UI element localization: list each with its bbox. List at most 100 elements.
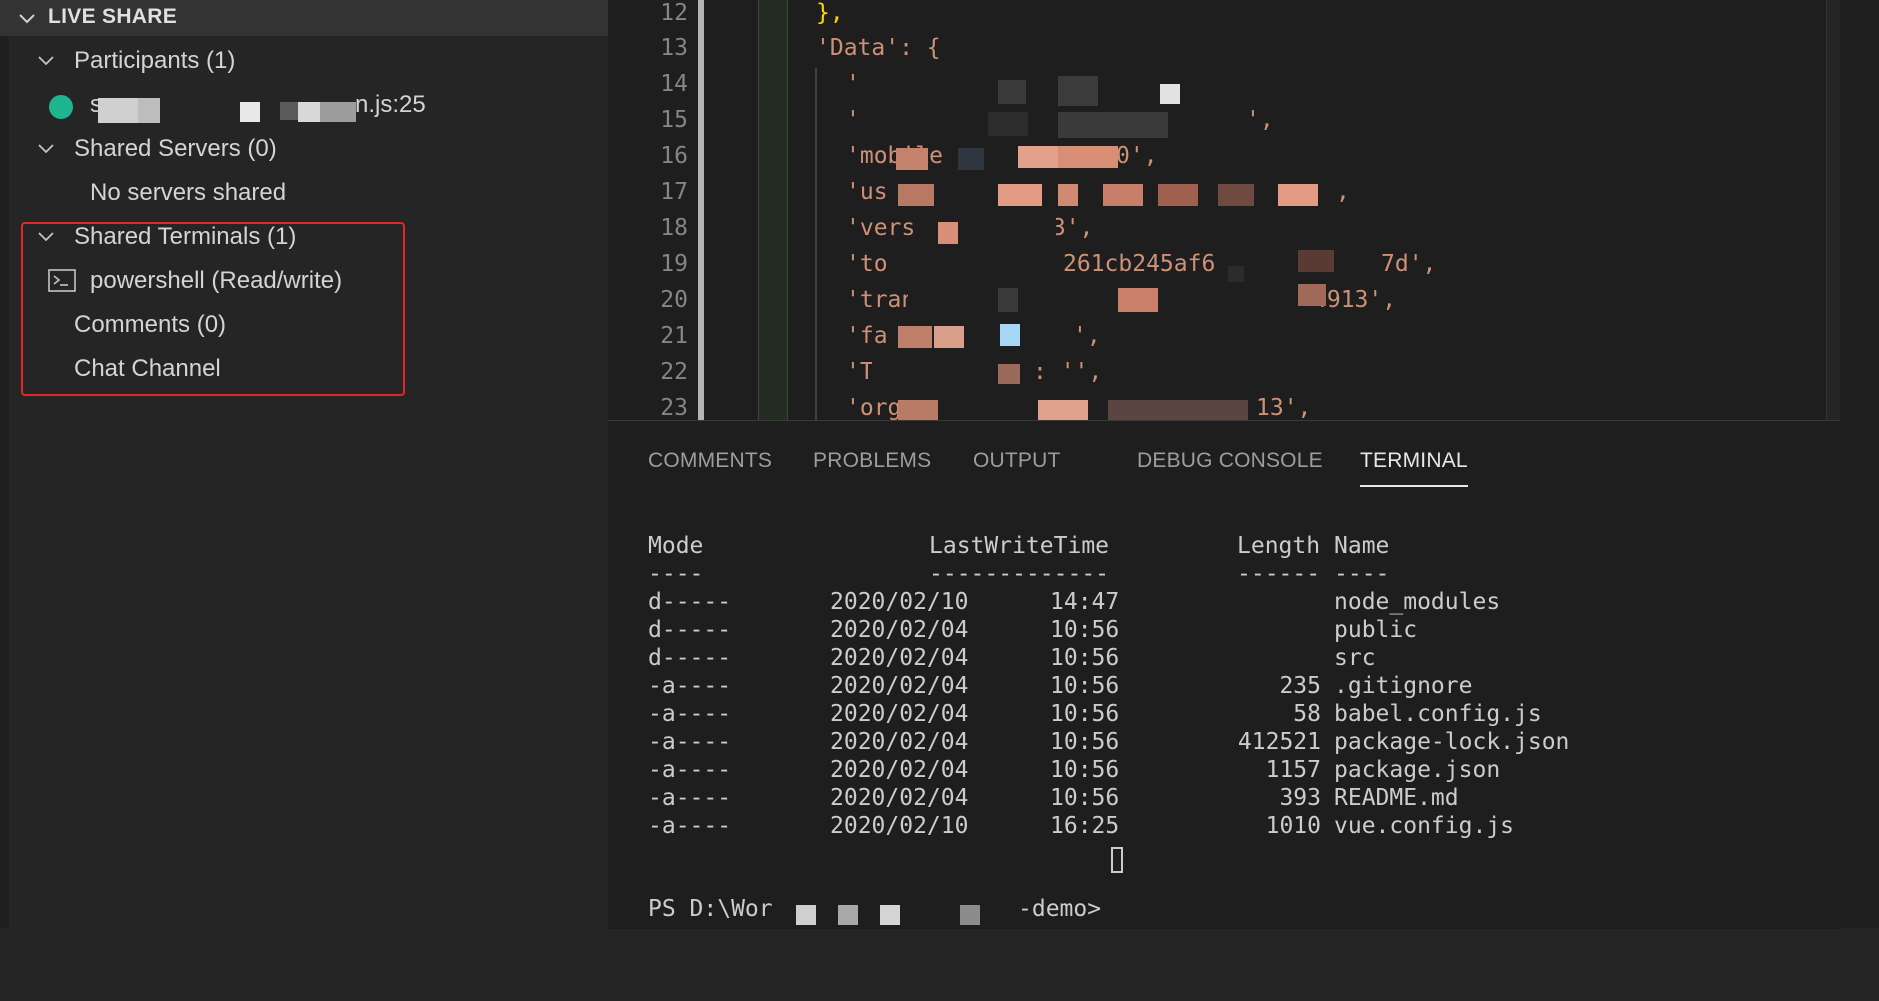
- shared-servers-label: Shared Servers (0): [74, 135, 277, 162]
- redacted-block: [986, 218, 1056, 244]
- code-fragment: ',: [1073, 323, 1101, 349]
- redacted-block: [280, 102, 298, 120]
- row-name: babel.config.js: [1334, 701, 1542, 727]
- row-time: 10:56: [1050, 729, 1120, 755]
- underline-length: ------: [1237, 561, 1321, 587]
- tab-comments[interactable]: COMMENTS: [648, 449, 772, 473]
- editor-scrollbar[interactable]: [1826, 0, 1840, 420]
- terminal-row: d----- 2020/02/04 10:56 src: [648, 645, 1376, 673]
- participant-location: n.js:25: [355, 91, 426, 118]
- code-fragment: ',: [1246, 107, 1274, 133]
- code-editor[interactable]: 12 13 14 15 16 17 18 19 20 21 22 23 }, '…: [608, 0, 1840, 420]
- row-date: 2020/02/04: [830, 729, 969, 755]
- header-lastwritetime: LastWriteTime: [929, 533, 1110, 559]
- redacted-block: [880, 905, 900, 925]
- redacted-block: [960, 905, 980, 925]
- redacted-block: [838, 905, 858, 925]
- terminal-underline-row: ---- ------------- ------ ----: [648, 561, 1389, 589]
- terminal-header-row: Mode LastWriteTime Length Name: [648, 533, 1389, 561]
- active-tab-indicator: [1360, 485, 1468, 487]
- row-time: 10:56: [1050, 673, 1120, 699]
- terminal-row: -a---- 2020/02/04 10:56 58 babel.config.…: [648, 701, 1542, 729]
- redacted-block: [1028, 326, 1068, 348]
- code-text: 'vers: [846, 215, 916, 241]
- terminal-cursor: [1111, 847, 1123, 873]
- row-time: 10:56: [1050, 785, 1120, 811]
- row-mode: -a----: [648, 673, 732, 699]
- redacted-block: [320, 102, 356, 122]
- live-share-sidebar: LIVE SHARE Participants (1) s n.js:25 Sh…: [0, 0, 608, 928]
- indent-guide: [815, 68, 817, 420]
- row-date: 2020/02/04: [830, 757, 969, 783]
- code-line: 'vers: [846, 215, 915, 241]
- underline-mode: ----: [648, 561, 704, 587]
- header-length: Length: [1237, 533, 1321, 559]
- shared-servers-node[interactable]: Shared Servers (0): [0, 130, 608, 170]
- row-time: 16:25: [1050, 813, 1120, 839]
- terminal-output[interactable]: Mode LastWriteTime Length Name ---- ----…: [648, 533, 1569, 1001]
- redacted-block: [898, 400, 938, 420]
- row-time: 14:47: [1050, 589, 1120, 615]
- row-name: package.json: [1334, 757, 1501, 783]
- code-fragment: 7d',: [1381, 251, 1437, 277]
- redacted-block: [958, 148, 984, 170]
- line-number: 12: [660, 0, 688, 26]
- redacted-block: [898, 326, 932, 348]
- row-length: 1157: [1265, 757, 1321, 783]
- terminal-prompt[interactable]: PS D:\Wor -demo>: [648, 896, 1101, 924]
- tab-problems[interactable]: PROBLEMS: [813, 449, 931, 473]
- row-date: 2020/02/04: [830, 701, 969, 727]
- row-date: 2020/02/10: [830, 589, 969, 615]
- scroll-indicator: [698, 0, 704, 420]
- row-mode: -a----: [648, 729, 732, 755]
- row-date: 2020/02/04: [830, 673, 969, 699]
- line-number: 13: [660, 35, 688, 61]
- row-mode: -a----: [648, 785, 732, 811]
- code-fragment: 13',: [1256, 395, 1312, 420]
- row-name: README.md: [1334, 785, 1459, 811]
- code-line: 'to: [846, 251, 888, 277]
- redacted-block: [934, 326, 964, 348]
- tab-terminal-label: TERMINAL: [1360, 449, 1468, 472]
- row-name: .gitignore: [1334, 673, 1473, 699]
- window-right-edge: [1840, 0, 1879, 928]
- redacted-block: [908, 292, 968, 314]
- code-text: },: [816, 0, 844, 26]
- row-name: src: [1334, 645, 1376, 671]
- row-mode: d-----: [648, 617, 732, 643]
- redacted-block: [898, 184, 934, 206]
- terminal-row: -a---- 2020/02/04 10:56 412521 package-l…: [648, 729, 1569, 757]
- tab-terminal[interactable]: TERMINAL: [1360, 449, 1468, 487]
- redacted-block: [1038, 400, 1088, 420]
- annotation-highlight-box: [21, 222, 405, 396]
- line-number: 16: [660, 143, 688, 169]
- code-line: ': [846, 71, 860, 97]
- redacted-block: [1058, 184, 1078, 206]
- bottom-panel: COMMENTS PROBLEMS OUTPUT DEBUG CONSOLE T…: [608, 420, 1840, 929]
- header-mode: Mode: [648, 533, 704, 559]
- redacted-block: [1298, 250, 1334, 272]
- code-fragment: ,: [1336, 179, 1350, 205]
- participants-node[interactable]: Participants (1): [0, 42, 608, 82]
- code-line: 'org: [846, 395, 901, 420]
- code-text: 'Data': {: [816, 35, 941, 61]
- code-line: 'tran: [846, 287, 915, 313]
- live-share-section-header[interactable]: LIVE SHARE: [0, 0, 608, 36]
- line-number: 22: [660, 359, 688, 385]
- terminal-row: -a---- 2020/02/04 10:56 393 README.md: [648, 785, 1459, 813]
- code-text: 'us: [846, 179, 888, 205]
- row-date: 2020/02/04: [830, 645, 969, 671]
- row-length: 235: [1279, 673, 1321, 699]
- no-servers-text: No servers shared: [90, 179, 287, 206]
- row-mode: -a----: [648, 757, 732, 783]
- code-text: 'mobile: [846, 143, 943, 169]
- redacted-block: [1108, 400, 1248, 420]
- row-length: 58: [1293, 701, 1321, 727]
- line-number: 17: [660, 179, 688, 205]
- redacted-block: [240, 102, 260, 122]
- redacted-block: [998, 184, 1042, 206]
- chevron-down-icon: [34, 49, 58, 80]
- line-number: 21: [660, 323, 688, 349]
- tab-debug-console[interactable]: DEBUG CONSOLE: [1137, 449, 1323, 473]
- tab-output[interactable]: OUTPUT: [973, 449, 1061, 473]
